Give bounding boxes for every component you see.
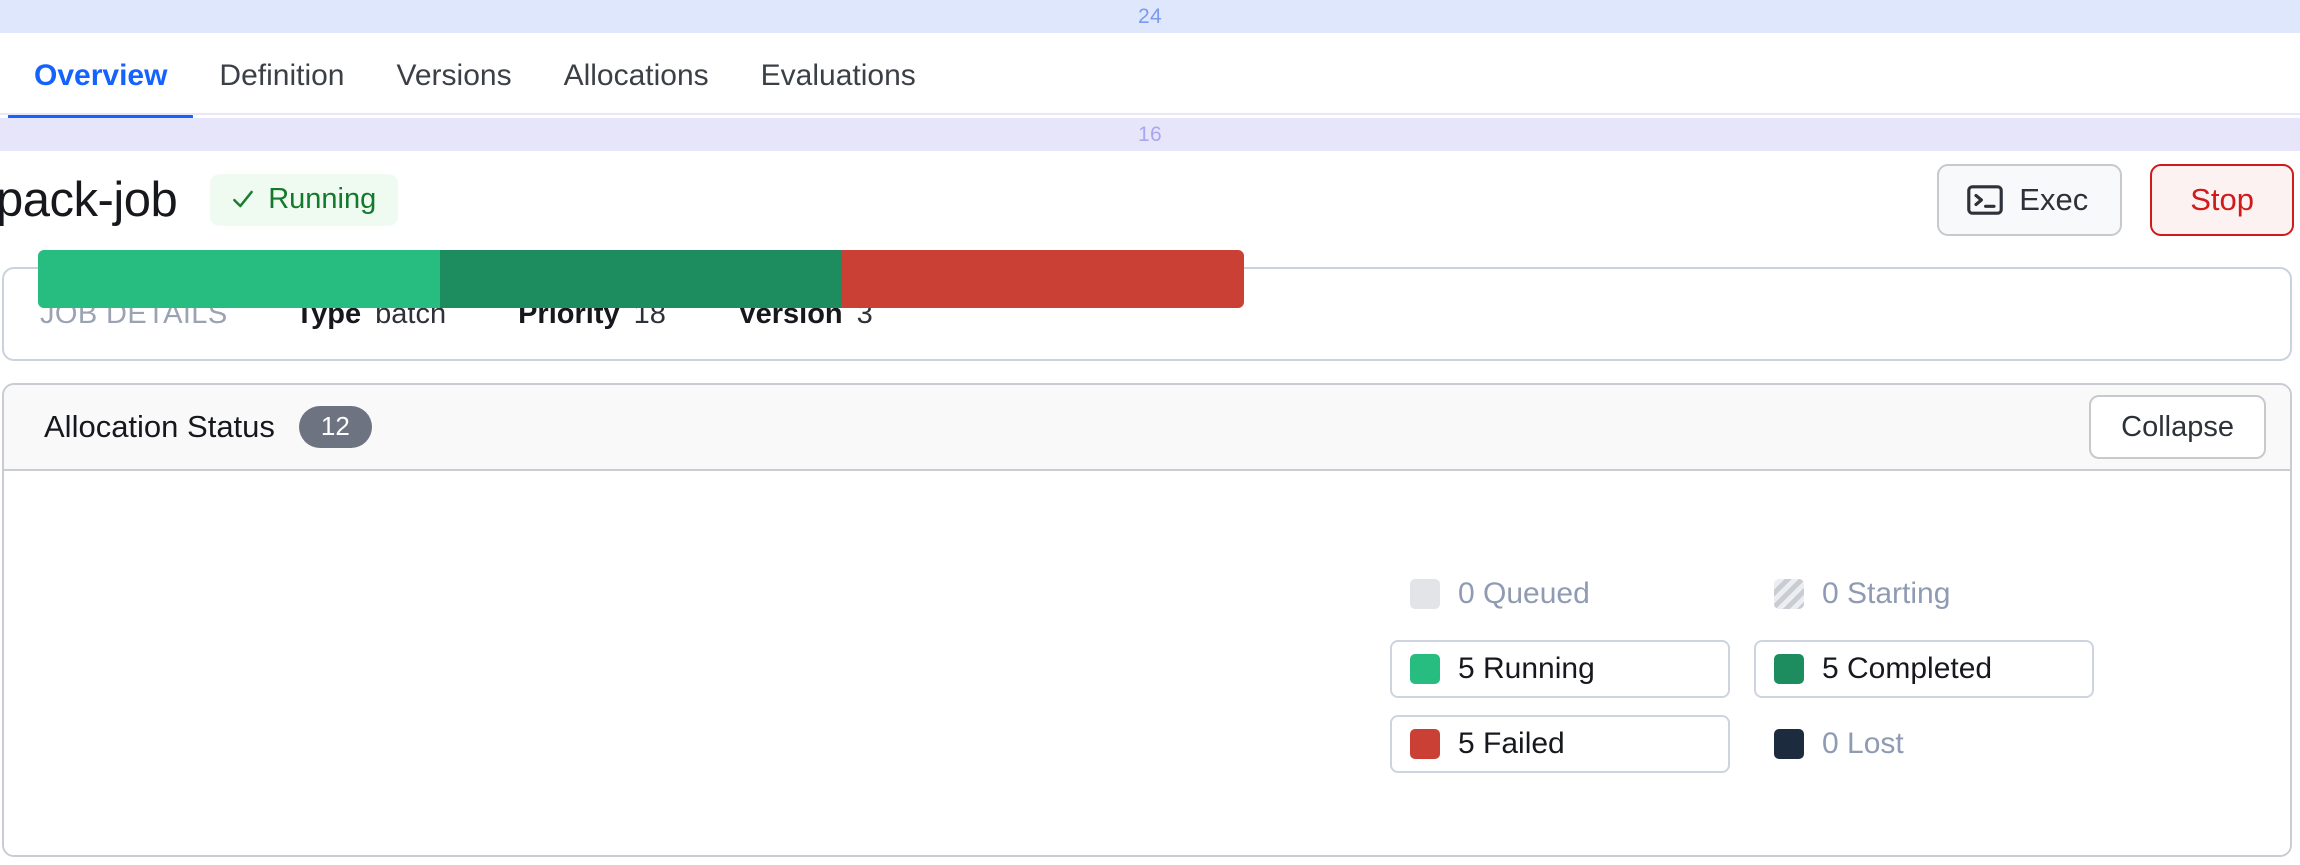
legend-item-running[interactable]: 5 Running	[1390, 639, 1730, 698]
bar-segment-completed[interactable]	[439, 250, 842, 308]
bar-segment-running[interactable]	[38, 250, 440, 308]
tab-evaluations[interactable]: Evaluations	[735, 33, 942, 118]
allocation-status-bar-chart[interactable]	[38, 250, 1244, 308]
collapse-button-label: Collapse	[2121, 410, 2234, 443]
legend-item-starting-label: 0 Starting	[1822, 576, 1951, 610]
swatch-lost-icon	[1774, 728, 1804, 759]
job-header: pack-job Running Exec Stop	[0, 151, 2300, 249]
tab-versions-label: Versions	[396, 58, 512, 92]
tab-evaluations-label: Evaluations	[760, 58, 916, 92]
terminal-icon	[1967, 185, 2004, 215]
legend-item-failed-label: 5 Failed	[1458, 726, 1565, 760]
swatch-queued-icon	[1410, 578, 1440, 609]
legend-item-completed-label: 5 Completed	[1822, 651, 1993, 685]
stop-button[interactable]: Stop	[2150, 164, 2294, 236]
tab-allocations-label: Allocations	[563, 58, 709, 92]
swatch-running-icon	[1410, 653, 1440, 684]
legend-item-queued-label: 0 Queued	[1458, 576, 1590, 610]
status-badge: Running	[210, 174, 399, 226]
legend-item-lost[interactable]: 0 Lost	[1754, 715, 1924, 773]
spacing-band-top-value: 24	[1138, 4, 1162, 28]
spacing-band-middle: 16	[0, 118, 2300, 151]
legend-item-lost-label: 0 Lost	[1822, 726, 1904, 760]
tab-overview-label: Overview	[34, 58, 168, 92]
legend-item-completed[interactable]: 5 Completed	[1754, 639, 2094, 698]
allocation-status-title: Allocation Status	[44, 409, 275, 444]
page-title: pack-job	[0, 172, 178, 227]
tab-underline-track	[0, 113, 2300, 115]
exec-button[interactable]: Exec	[1937, 164, 2123, 236]
job-tabs: Overview Definition Versions Allocations…	[0, 33, 2300, 118]
job-header-actions: Exec Stop	[1937, 164, 2294, 236]
tab-definition[interactable]: Definition	[193, 33, 370, 118]
allocation-status-legend-grid: 0 Queued 0 Starting 5 Running 5 Complete…	[1390, 556, 2094, 781]
swatch-failed-icon	[1410, 728, 1440, 759]
legend-item-starting[interactable]: 0 Starting	[1754, 565, 1970, 623]
legend-item-running-label: 5 Running	[1458, 651, 1595, 685]
stop-button-label: Stop	[2190, 182, 2254, 217]
tab-overview[interactable]: Overview	[8, 33, 194, 118]
check-icon	[233, 190, 254, 208]
collapse-button[interactable]: Collapse	[2089, 395, 2266, 459]
swatch-completed-icon	[1774, 653, 1804, 684]
tab-versions[interactable]: Versions	[371, 33, 538, 118]
exec-button-label: Exec	[2019, 182, 2089, 217]
allocation-status-legend: 0 Queued 0 Starting 5 Running 5 Complete…	[1390, 556, 2094, 781]
job-overview-page: 24 Overview Definition Versions Allocati…	[0, 0, 2300, 865]
allocation-count-badge: 12	[298, 406, 372, 448]
swatch-starting-icon	[1774, 578, 1804, 609]
spacing-band-middle-value: 16	[1138, 122, 1162, 146]
bar-segment-failed[interactable]	[841, 250, 1244, 308]
tab-definition-label: Definition	[219, 58, 345, 92]
tab-allocations[interactable]: Allocations	[538, 33, 735, 118]
legend-item-queued[interactable]: 0 Queued	[1390, 565, 1610, 623]
allocation-status-header: Allocation Status 12 Collapse	[4, 385, 2290, 471]
legend-item-failed[interactable]: 5 Failed	[1390, 714, 1730, 773]
status-badge-label: Running	[268, 182, 377, 215]
spacing-band-top: 24	[0, 0, 2300, 33]
